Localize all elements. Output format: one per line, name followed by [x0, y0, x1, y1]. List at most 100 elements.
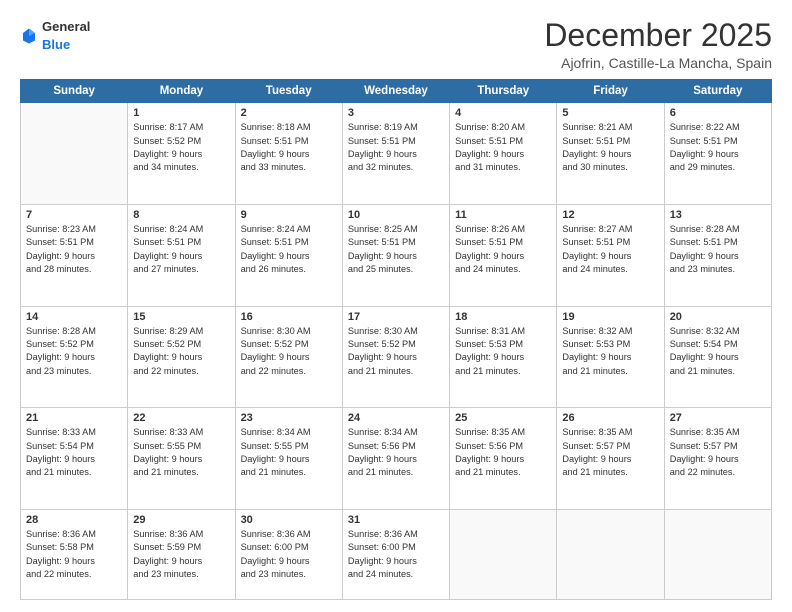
- cell-content: Sunrise: 8:22 AMSunset: 5:51 PMDaylight:…: [670, 121, 766, 174]
- day-number: 11: [455, 209, 551, 221]
- header-friday: Friday: [557, 80, 664, 103]
- cell-content: Sunrise: 8:33 AMSunset: 5:54 PMDaylight:…: [26, 426, 122, 479]
- calendar-cell: [450, 509, 557, 599]
- cell-content: Sunrise: 8:19 AMSunset: 5:51 PMDaylight:…: [348, 121, 444, 174]
- month-title: December 2025: [544, 18, 772, 53]
- logo-icon: [20, 27, 38, 45]
- calendar-cell: 20 Sunrise: 8:32 AMSunset: 5:54 PMDayligh…: [664, 306, 771, 408]
- calendar-cell: 30 Sunrise: 8:36 AMSunset: 6:00 PMDayligh…: [235, 509, 342, 599]
- calendar-cell: 26 Sunrise: 8:35 AMSunset: 5:57 PMDayligh…: [557, 408, 664, 510]
- day-number: 22: [133, 412, 229, 424]
- cell-content: Sunrise: 8:36 AMSunset: 6:00 PMDaylight:…: [241, 528, 337, 581]
- day-number: 23: [241, 412, 337, 424]
- header-thursday: Thursday: [450, 80, 557, 103]
- calendar-cell: 2Sunrise: 8:18 AMSunset: 5:51 PMDaylight…: [235, 103, 342, 205]
- cell-content: Sunrise: 8:27 AMSunset: 5:51 PMDaylight:…: [562, 223, 658, 276]
- cell-content: Sunrise: 8:36 AMSunset: 6:00 PMDaylight:…: [348, 528, 444, 581]
- calendar-cell: 16Sunrise: 8:30 AMSunset: 5:52 PMDayligh…: [235, 306, 342, 408]
- calendar-cell: 1 Sunrise: 8:17 AMSunset: 5:52 PMDaylight…: [128, 103, 235, 205]
- day-number: 30: [241, 514, 337, 526]
- calendar-cell: 17 Sunrise: 8:30 AMSunset: 5:52 PMDayligh…: [342, 306, 449, 408]
- calendar-cell: 27 Sunrise: 8:35 AMSunset: 5:57 PMDayligh…: [664, 408, 771, 510]
- day-number: 12: [562, 209, 658, 221]
- cell-content: Sunrise: 8:17 AMSunset: 5:52 PMDaylight:…: [133, 121, 229, 174]
- calendar-cell: 8 Sunrise: 8:24 AMSunset: 5:51 PMDaylight…: [128, 204, 235, 306]
- calendar-cell: 21 Sunrise: 8:33 AMSunset: 5:54 PMDayligh…: [21, 408, 128, 510]
- day-number: 26: [562, 412, 658, 424]
- calendar-cell: 5 Sunrise: 8:21 AMSunset: 5:51 PMDaylight…: [557, 103, 664, 205]
- logo-text: General Blue: [42, 18, 90, 54]
- day-number: 1: [133, 107, 229, 119]
- day-number: 13: [670, 209, 766, 221]
- cell-content: Sunrise: 8:36 AMSunset: 5:58 PMDaylight:…: [26, 528, 122, 581]
- day-number: 8: [133, 209, 229, 221]
- calendar-cell: 25Sunrise: 8:35 AMSunset: 5:56 PMDayligh…: [450, 408, 557, 510]
- header-sunday: Sunday: [21, 80, 128, 103]
- cell-content: Sunrise: 8:21 AMSunset: 5:51 PMDaylight:…: [562, 121, 658, 174]
- calendar-cell: 28 Sunrise: 8:36 AMSunset: 5:58 PMDayligh…: [21, 509, 128, 599]
- cell-content: Sunrise: 8:35 AMSunset: 5:57 PMDaylight:…: [562, 426, 658, 479]
- cell-content: Sunrise: 8:28 AMSunset: 5:52 PMDaylight:…: [26, 325, 122, 378]
- day-number: 6: [670, 107, 766, 119]
- cell-content: Sunrise: 8:35 AMSunset: 5:57 PMDaylight:…: [670, 426, 766, 479]
- calendar-cell: 11 Sunrise: 8:26 AMSunset: 5:51 PMDayligh…: [450, 204, 557, 306]
- calendar-cell: 22 Sunrise: 8:33 AMSunset: 5:55 PMDayligh…: [128, 408, 235, 510]
- calendar-cell: 24 Sunrise: 8:34 AMSunset: 5:56 PMDayligh…: [342, 408, 449, 510]
- day-number: 4: [455, 107, 551, 119]
- cell-content: Sunrise: 8:32 AMSunset: 5:54 PMDaylight:…: [670, 325, 766, 378]
- calendar-cell: 15Sunrise: 8:29 AMSunset: 5:52 PMDayligh…: [128, 306, 235, 408]
- day-number: 7: [26, 209, 122, 221]
- day-number: 17: [348, 311, 444, 323]
- cell-content: Sunrise: 8:24 AMSunset: 5:51 PMDaylight:…: [241, 223, 337, 276]
- calendar-cell: 29Sunrise: 8:36 AMSunset: 5:59 PMDayligh…: [128, 509, 235, 599]
- header-monday: Monday: [128, 80, 235, 103]
- calendar-cell: 3 Sunrise: 8:19 AMSunset: 5:51 PMDaylight…: [342, 103, 449, 205]
- day-header-row: Sunday Monday Tuesday Wednesday Thursday…: [21, 80, 772, 103]
- day-number: 24: [348, 412, 444, 424]
- cell-content: Sunrise: 8:32 AMSunset: 5:53 PMDaylight:…: [562, 325, 658, 378]
- calendar-cell: 13 Sunrise: 8:28 AMSunset: 5:51 PMDayligh…: [664, 204, 771, 306]
- calendar-cell: 14 Sunrise: 8:28 AMSunset: 5:52 PMDayligh…: [21, 306, 128, 408]
- cell-content: Sunrise: 8:28 AMSunset: 5:51 PMDaylight:…: [670, 223, 766, 276]
- cell-content: Sunrise: 8:34 AMSunset: 5:56 PMDaylight:…: [348, 426, 444, 479]
- day-number: 16: [241, 311, 337, 323]
- cell-content: Sunrise: 8:35 AMSunset: 5:56 PMDaylight:…: [455, 426, 551, 479]
- cell-content: Sunrise: 8:24 AMSunset: 5:51 PMDaylight:…: [133, 223, 229, 276]
- page: General Blue December 2025 Ajofrin, Cast…: [0, 0, 792, 612]
- calendar-cell: 18Sunrise: 8:31 AMSunset: 5:53 PMDayligh…: [450, 306, 557, 408]
- calendar-cell: 9Sunrise: 8:24 AMSunset: 5:51 PMDaylight…: [235, 204, 342, 306]
- cell-content: Sunrise: 8:26 AMSunset: 5:51 PMDaylight:…: [455, 223, 551, 276]
- cell-content: Sunrise: 8:29 AMSunset: 5:52 PMDaylight:…: [133, 325, 229, 378]
- cell-content: Sunrise: 8:25 AMSunset: 5:51 PMDaylight:…: [348, 223, 444, 276]
- calendar-cell: [664, 509, 771, 599]
- calendar-cell: [557, 509, 664, 599]
- cell-content: Sunrise: 8:20 AMSunset: 5:51 PMDaylight:…: [455, 121, 551, 174]
- header-wednesday: Wednesday: [342, 80, 449, 103]
- title-section: December 2025 Ajofrin, Castille-La Manch…: [544, 18, 772, 71]
- day-number: 5: [562, 107, 658, 119]
- calendar-cell: 6 Sunrise: 8:22 AMSunset: 5:51 PMDaylight…: [664, 103, 771, 205]
- day-number: 29: [133, 514, 229, 526]
- logo-general: General: [42, 19, 90, 34]
- calendar-cell: 12 Sunrise: 8:27 AMSunset: 5:51 PMDayligh…: [557, 204, 664, 306]
- cell-content: Sunrise: 8:34 AMSunset: 5:55 PMDaylight:…: [241, 426, 337, 479]
- day-number: 28: [26, 514, 122, 526]
- calendar-cell: 31Sunrise: 8:36 AMSunset: 6:00 PMDayligh…: [342, 509, 449, 599]
- cell-content: Sunrise: 8:31 AMSunset: 5:53 PMDaylight:…: [455, 325, 551, 378]
- calendar-cell: 7Sunrise: 8:23 AMSunset: 5:51 PMDaylight…: [21, 204, 128, 306]
- header-saturday: Saturday: [664, 80, 771, 103]
- day-number: 27: [670, 412, 766, 424]
- day-number: 14: [26, 311, 122, 323]
- header-tuesday: Tuesday: [235, 80, 342, 103]
- day-number: 21: [26, 412, 122, 424]
- calendar-cell: 23 Sunrise: 8:34 AMSunset: 5:55 PMDayligh…: [235, 408, 342, 510]
- cell-content: Sunrise: 8:18 AMSunset: 5:51 PMDaylight:…: [241, 121, 337, 174]
- cell-content: Sunrise: 8:33 AMSunset: 5:55 PMDaylight:…: [133, 426, 229, 479]
- calendar-cell: [21, 103, 128, 205]
- day-number: 20: [670, 311, 766, 323]
- cell-content: Sunrise: 8:30 AMSunset: 5:52 PMDaylight:…: [348, 325, 444, 378]
- day-number: 3: [348, 107, 444, 119]
- day-number: 10: [348, 209, 444, 221]
- calendar-table: Sunday Monday Tuesday Wednesday Thursday…: [20, 79, 772, 600]
- location-title: Ajofrin, Castille-La Mancha, Spain: [544, 55, 772, 71]
